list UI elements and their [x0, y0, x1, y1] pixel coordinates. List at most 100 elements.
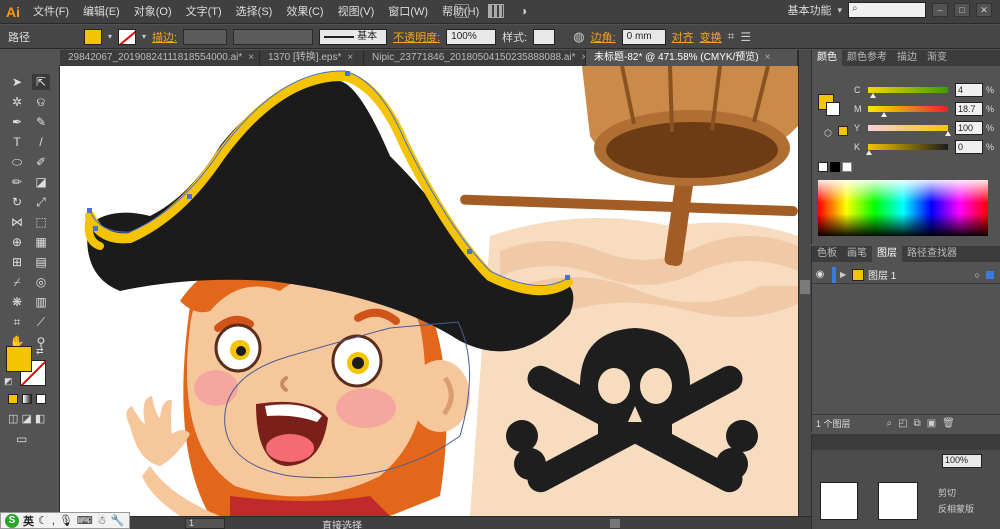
- pencil-tool-icon[interactable]: ✏: [8, 174, 26, 190]
- column-graph-tool-icon[interactable]: ▥: [32, 294, 50, 310]
- type-tool-icon[interactable]: T: [8, 134, 26, 150]
- rotate-tool-icon[interactable]: ↻: [8, 194, 26, 210]
- menu-effect[interactable]: 效果(C): [279, 1, 330, 23]
- cyan-value[interactable]: 4: [955, 83, 983, 97]
- layer-row[interactable]: ◉ ▶ 图层 1 ○: [812, 266, 1000, 284]
- tab-pathfinder[interactable]: 路径查找器: [902, 246, 962, 262]
- ime-voice-icon[interactable]: 🎙: [59, 514, 73, 527]
- black-swatch[interactable]: [830, 162, 840, 172]
- recolor-icon[interactable]: ◍: [573, 29, 584, 45]
- ime-settings-icon[interactable]: 🔧: [111, 514, 125, 527]
- none-swatch[interactable]: [818, 162, 828, 172]
- menu-file[interactable]: 文件(F): [26, 1, 76, 23]
- tab-document-3[interactable]: Nipic_23771846_20180504150235888088.ai*×: [364, 50, 586, 66]
- gpu-performance-icon[interactable]: ◑: [520, 4, 536, 18]
- menu-type[interactable]: 文字(T): [179, 1, 229, 23]
- workspace-dropdown-icon[interactable]: ▾: [837, 5, 842, 16]
- tab-stroke[interactable]: 描边: [892, 50, 922, 66]
- corner-radius-field[interactable]: 0 mm: [621, 28, 666, 45]
- ime-skin-icon[interactable]: ☃: [97, 514, 107, 527]
- expand-layer-icon[interactable]: ▶: [840, 270, 852, 279]
- white-swatch[interactable]: [842, 162, 852, 172]
- transform-link[interactable]: 变换: [700, 29, 722, 45]
- stroke-weight-field[interactable]: [183, 28, 228, 45]
- ime-keyboard-icon[interactable]: ⌨: [77, 514, 93, 527]
- fill-swatch[interactable]: [84, 28, 102, 45]
- selection-indicator[interactable]: [986, 270, 994, 279]
- width-tool-icon[interactable]: ⋈: [8, 214, 26, 230]
- new-sublayer-icon[interactable]: ⧉: [914, 418, 921, 429]
- menu-object[interactable]: 对象(O): [127, 1, 179, 23]
- layer-name[interactable]: 图层 1: [868, 267, 896, 282]
- cyan-slider[interactable]: [868, 87, 948, 93]
- tab-color-guide[interactable]: 颜色参考: [842, 50, 892, 66]
- tab-gradient[interactable]: 渐变: [922, 50, 952, 66]
- direct-selection-tool-icon[interactable]: ⇱: [32, 74, 50, 90]
- black-slider[interactable]: [868, 144, 948, 150]
- menu-view[interactable]: 视图(V): [331, 1, 382, 23]
- line-tool-icon[interactable]: /: [32, 134, 50, 150]
- close-button[interactable]: ✕: [976, 3, 992, 17]
- opacity-label[interactable]: 不透明度:: [393, 29, 440, 45]
- graphic-style-picker[interactable]: [533, 28, 556, 45]
- clipping-mask-icon[interactable]: ◰: [898, 418, 907, 429]
- symbol-sprayer-tool-icon[interactable]: ❋: [8, 294, 26, 310]
- magenta-thumb[interactable]: [881, 112, 887, 117]
- scroll-thumb[interactable]: [800, 280, 810, 294]
- vertical-scrollbar[interactable]: [798, 50, 811, 516]
- mask-thumbnail[interactable]: [878, 482, 918, 520]
- bridge-icon[interactable]: Br: [455, 4, 469, 18]
- artboard-tool-icon[interactable]: ⌗: [8, 314, 26, 330]
- yellow-thumb[interactable]: [945, 131, 951, 136]
- ellipse-tool-icon[interactable]: ⬭: [8, 154, 26, 170]
- magenta-value[interactable]: 18.7: [955, 102, 983, 116]
- gradient-mode-icon[interactable]: [22, 394, 32, 404]
- brush-definition[interactable]: 基本: [319, 28, 388, 45]
- magenta-slider[interactable]: [868, 106, 948, 112]
- menu-edit[interactable]: 编辑(E): [76, 1, 127, 23]
- perspective-grid-tool-icon[interactable]: ▦: [32, 234, 50, 250]
- stroke-dropdown-icon[interactable]: ▾: [142, 32, 146, 41]
- artboard-nav[interactable]: 1: [185, 518, 225, 529]
- minimize-button[interactable]: –: [932, 3, 948, 17]
- invert-mask-checkbox-label[interactable]: 反相蒙版: [938, 502, 974, 515]
- menu-window[interactable]: 窗口(W): [381, 1, 435, 23]
- search-input[interactable]: [848, 2, 926, 18]
- clip-checkbox-label[interactable]: 剪切: [938, 486, 956, 499]
- close-tab-icon[interactable]: ×: [248, 52, 254, 63]
- yellow-slider[interactable]: [868, 125, 948, 131]
- fill-dropdown-icon[interactable]: ▾: [108, 32, 112, 41]
- eyedropper-tool-icon[interactable]: ⌿: [8, 274, 26, 290]
- tab-document-1[interactable]: 29842067_20190824111818554000.ai* ×: [60, 50, 260, 66]
- color-spectrum[interactable]: [818, 180, 988, 236]
- tab-document-2[interactable]: 1370 [转换].eps* ×: [260, 50, 364, 66]
- free-transform-tool-icon[interactable]: ⬚: [32, 214, 50, 230]
- cyan-thumb[interactable]: [870, 93, 876, 98]
- eraser-tool-icon[interactable]: ◪: [32, 174, 50, 190]
- isolate-object-icon[interactable]: ⌗: [728, 29, 735, 44]
- screen-mode-icon[interactable]: ▭: [16, 432, 27, 446]
- opacity-value-field[interactable]: 100%: [942, 454, 982, 468]
- none-mode-icon[interactable]: [36, 394, 46, 404]
- stroke-swatch[interactable]: [118, 28, 137, 45]
- variable-width-profile[interactable]: [233, 28, 314, 45]
- delete-layer-icon[interactable]: 🗑: [942, 418, 955, 429]
- black-thumb[interactable]: [866, 150, 872, 155]
- locate-object-icon[interactable]: ⌕: [887, 418, 893, 429]
- scale-tool-icon[interactable]: ⤢: [32, 194, 50, 210]
- tab-brushes[interactable]: 画笔: [842, 246, 872, 262]
- selection-tool-icon[interactable]: ➤: [8, 74, 26, 90]
- magic-wand-tool-icon[interactable]: ✲: [8, 94, 26, 110]
- close-tab-icon[interactable]: ×: [347, 52, 353, 63]
- paintbrush-tool-icon[interactable]: ✐: [32, 154, 50, 170]
- stroke-label[interactable]: 描边:: [152, 29, 177, 45]
- new-layer-icon[interactable]: ▣: [927, 418, 936, 429]
- lasso-tool-icon[interactable]: ଡ: [32, 94, 50, 110]
- visibility-eye-icon[interactable]: ◉: [812, 269, 828, 280]
- menu-select[interactable]: 选择(S): [229, 1, 280, 23]
- pen-tool-icon[interactable]: ✒: [8, 114, 26, 130]
- ime-logo-icon[interactable]: S: [5, 513, 19, 528]
- artboard-canvas[interactable]: [60, 66, 798, 516]
- workspace-switcher[interactable]: 基本功能: [787, 2, 831, 18]
- tab-document-active[interactable]: 未标题-82* @ 471.58% (CMYK/预览) ×: [586, 50, 798, 66]
